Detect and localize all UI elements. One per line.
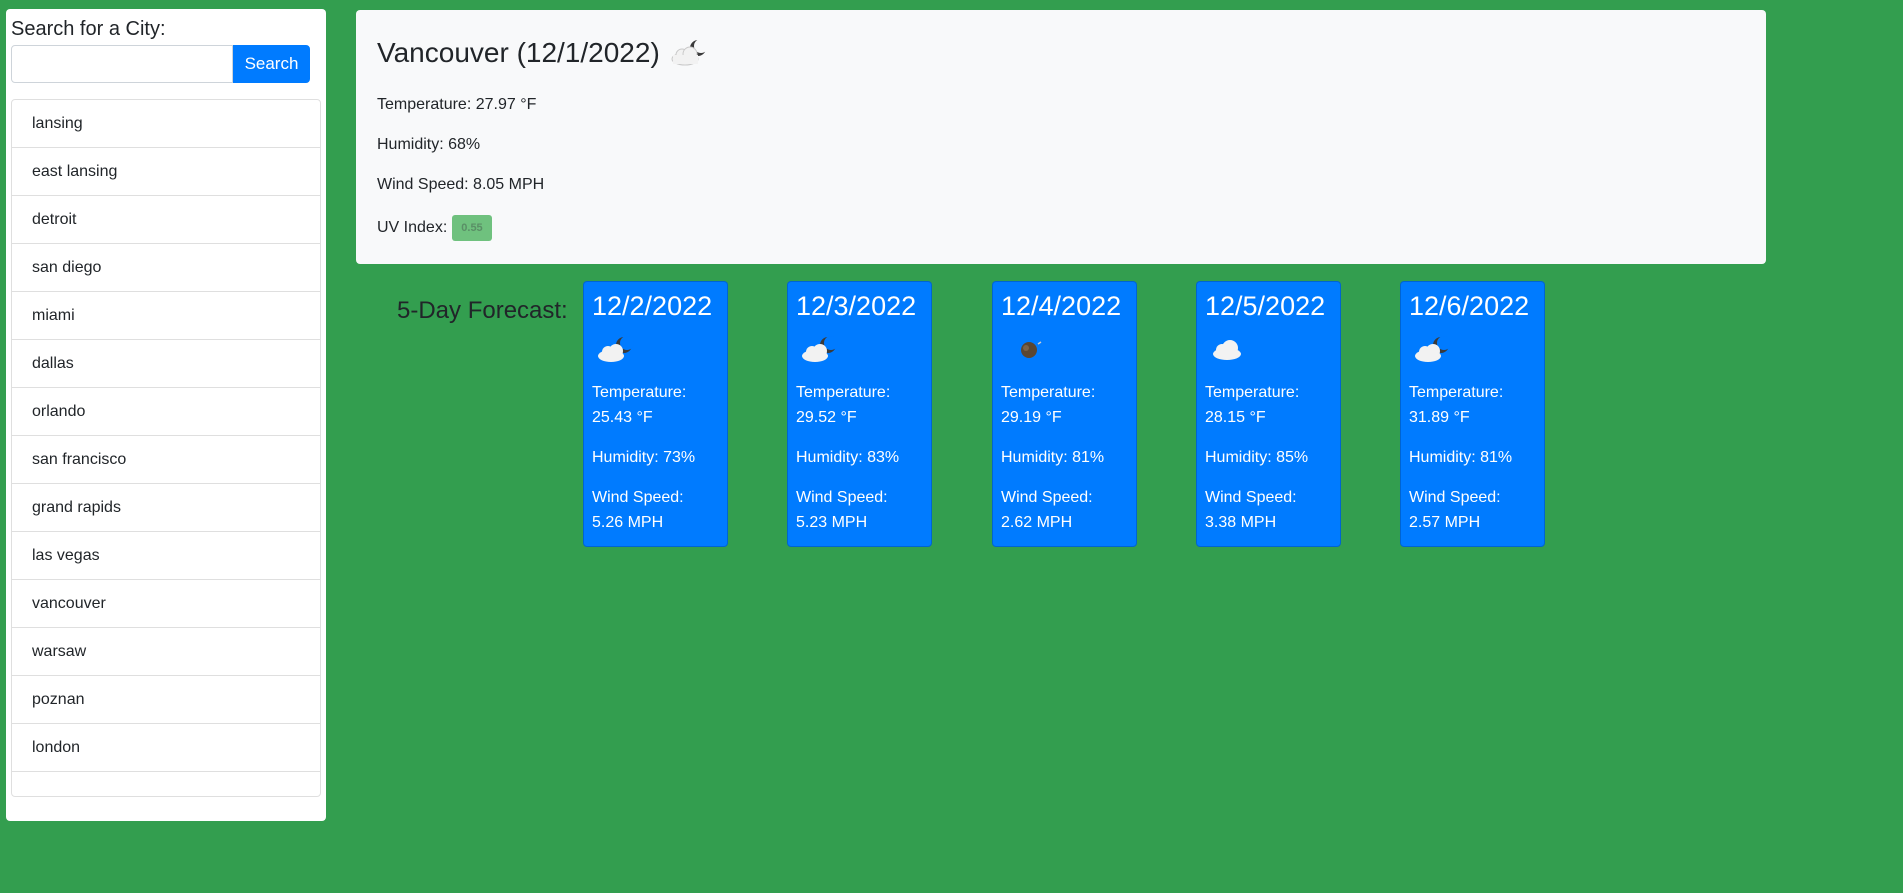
forecast-wind-value: 2.62 MPH (1001, 514, 1073, 531)
history-item[interactable]: vancouver (12, 580, 320, 628)
search-label: Search for a City: (11, 18, 166, 40)
forecast-temperature-value: 29.52 °F (796, 409, 857, 426)
forecast-wind: Wind Speed: 2.57 MPH (1409, 485, 1536, 535)
history-item[interactable]: grand rapids (12, 484, 320, 532)
forecast-wind-label: Wind Speed: (1205, 489, 1297, 506)
forecast-humidity: Humidity: 81% (1409, 449, 1513, 466)
history-item[interactable]: san francisco (12, 436, 320, 484)
forecast-temperature: Temperature: 25.43 °F (592, 380, 719, 430)
current-humidity: Humidity: 68% (377, 136, 481, 153)
forecast-temperature-label: Temperature: (592, 384, 687, 401)
history-item[interactable]: london (12, 724, 320, 772)
forecast-date: 12/3/2022 (796, 291, 917, 321)
forecast-wind: Wind Speed: 2.62 MPH (1001, 485, 1128, 535)
search-input[interactable] (11, 45, 233, 83)
forecast-wind-value: 5.26 MPH (592, 514, 664, 531)
cloud-moon-icon (798, 332, 923, 366)
forecast-card: 12/6/2022 Temperature: 31.89 °F Humidity:… (1400, 281, 1545, 547)
forecast-date: 12/2/2022 (592, 291, 713, 321)
forecast-temperature-label: Temperature: (1001, 384, 1096, 401)
forecast-wind-label: Wind Speed: (592, 489, 684, 506)
forecast-temperature-label: Temperature: (1409, 384, 1504, 401)
cloud-icon (1207, 332, 1332, 366)
history-item[interactable]: dallas (12, 340, 320, 388)
sidebar: Search for a City: Search lansing east l… (6, 9, 326, 821)
forecast-date: 12/5/2022 (1205, 291, 1326, 321)
current-city-title: Vancouver (12/1/2022) (377, 37, 660, 68)
forecast-wind-value: 3.38 MPH (1205, 514, 1277, 531)
history-item[interactable]: san diego (12, 244, 320, 292)
current-wind-speed: Wind Speed: 8.05 MPH (377, 176, 545, 193)
history-blank-item (12, 772, 320, 796)
forecast-temperature: Temperature: 31.89 °F (1409, 380, 1536, 430)
forecast-temperature: Temperature: 29.19 °F (1001, 380, 1128, 430)
history-item[interactable]: orlando (12, 388, 320, 436)
uv-index-row: UV Index: 0.55 (377, 215, 1745, 241)
forecast-wind-value: 2.57 MPH (1409, 514, 1481, 531)
forecast-date: 12/4/2022 (1001, 291, 1122, 321)
forecast-card: 12/5/2022 Temperature: 28.15 °F Humidity:… (1196, 281, 1341, 547)
forecast-wind: Wind Speed: 5.23 MPH (796, 485, 923, 535)
cloud-moon-icon (1411, 332, 1536, 366)
forecast-humidity: Humidity: 83% (796, 449, 900, 466)
forecast-humidity: Humidity: 81% (1001, 449, 1105, 466)
current-weather-title-row: Vancouver (12/1/2022) (377, 36, 1745, 70)
forecast-temperature: Temperature: 29.52 °F (796, 380, 923, 430)
history-item[interactable]: east lansing (12, 148, 320, 196)
forecast-temperature: Temperature: 28.15 °F (1205, 380, 1332, 430)
current-weather-panel: Vancouver (12/1/2022) Temperature: 27.97… (356, 10, 1766, 264)
history-item[interactable]: miami (12, 292, 320, 340)
forecast-date: 12/6/2022 (1409, 291, 1530, 321)
cloud-moon-icon (668, 38, 712, 68)
forecast-humidity: Humidity: 85% (1205, 449, 1309, 466)
forecast-temperature-value: 31.89 °F (1409, 409, 1470, 426)
forecast-temperature-label: Temperature: (1205, 384, 1300, 401)
forecast-wind-value: 5.23 MPH (796, 514, 868, 531)
forecast-card: 12/2/2022 Temperature: 25.43 °F Humidity:… (583, 281, 728, 547)
moon-icon (1003, 332, 1128, 366)
forecast-temperature-value: 25.43 °F (592, 409, 653, 426)
forecast-temperature-label: Temperature: (796, 384, 891, 401)
current-temperature: Temperature: 27.97 °F (377, 96, 537, 113)
forecast-card: 12/4/2022 Temperature: 29.19 °F Humidity:… (992, 281, 1137, 547)
uv-index-label: UV Index: (377, 219, 448, 236)
forecast-humidity: Humidity: 73% (592, 449, 696, 466)
forecast-heading: 5-Day Forecast: (397, 297, 568, 324)
forecast-card: 12/3/2022 Temperature: 29.52 °F Humidity:… (787, 281, 932, 547)
forecast-wind-label: Wind Speed: (1001, 489, 1093, 506)
forecast-temperature-value: 29.19 °F (1001, 409, 1062, 426)
search-button[interactable]: Search (233, 45, 310, 83)
history-item[interactable]: lansing (12, 100, 320, 148)
uv-index-badge: 0.55 (452, 215, 492, 241)
history-item[interactable]: warsaw (12, 628, 320, 676)
forecast-wind: Wind Speed: 3.38 MPH (1205, 485, 1332, 535)
forecast-temperature-value: 28.15 °F (1205, 409, 1266, 426)
search-row: Search (11, 45, 321, 83)
history-list: lansing east lansing detroit san diego m… (11, 99, 321, 797)
history-item[interactable]: poznan (12, 676, 320, 724)
forecast-wind: Wind Speed: 5.26 MPH (592, 485, 719, 535)
forecast-wind-label: Wind Speed: (796, 489, 888, 506)
cloud-moon-icon (594, 332, 719, 366)
history-item[interactable]: las vegas (12, 532, 320, 580)
forecast-wind-label: Wind Speed: (1409, 489, 1501, 506)
history-item[interactable]: detroit (12, 196, 320, 244)
